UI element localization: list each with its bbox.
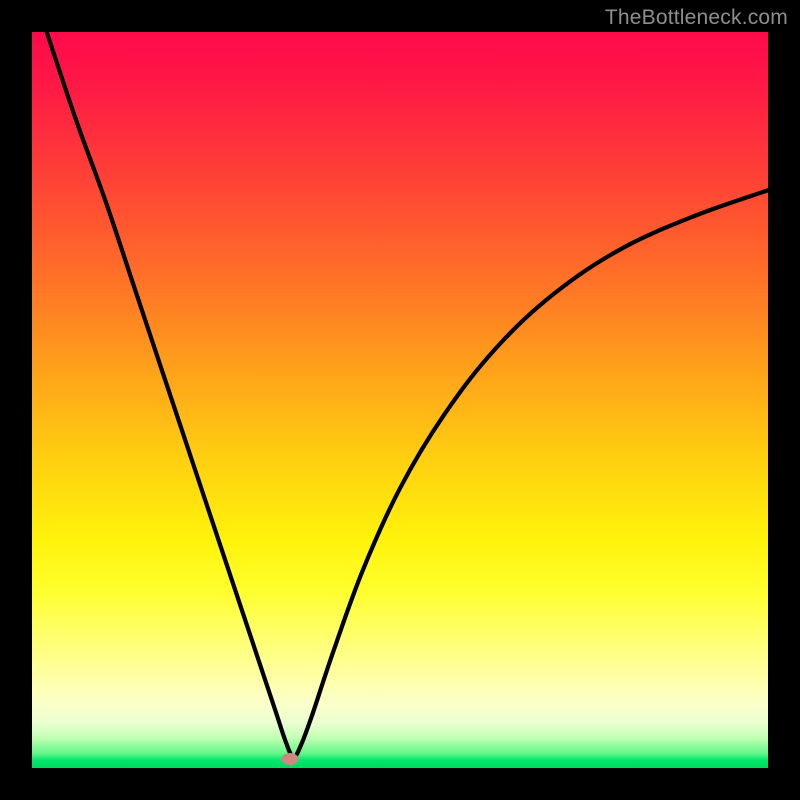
watermark-text: TheBottleneck.com xyxy=(605,6,788,30)
optimal-point-marker xyxy=(281,753,298,765)
plot-area xyxy=(32,32,768,768)
bottleneck-curve xyxy=(32,32,768,768)
chart-stage: TheBottleneck.com xyxy=(0,0,800,800)
